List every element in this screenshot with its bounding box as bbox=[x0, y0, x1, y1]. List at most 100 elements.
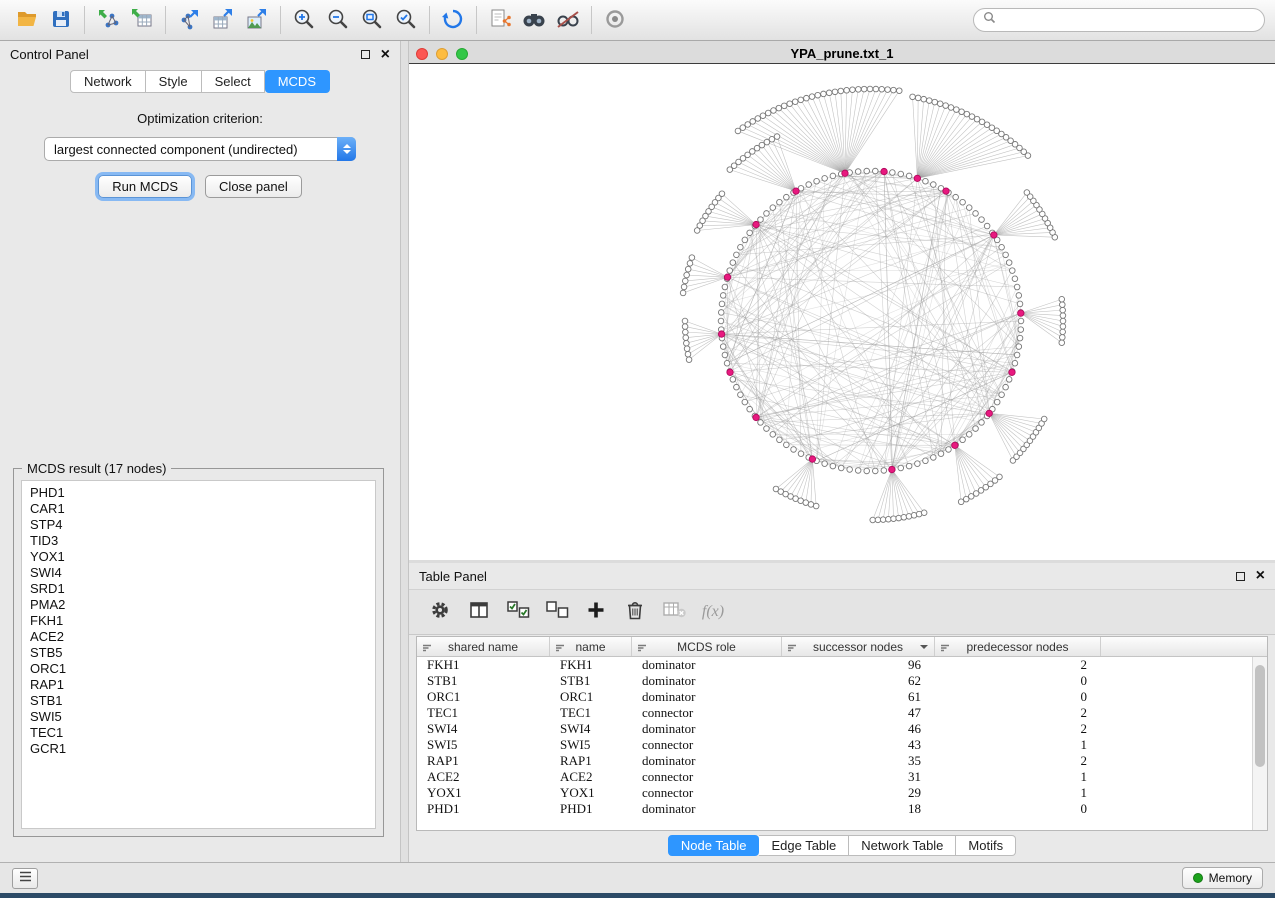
function-builder-button[interactable]: f(x) bbox=[700, 597, 726, 627]
close-window-icon[interactable] bbox=[416, 48, 428, 60]
graph-node[interactable] bbox=[813, 503, 819, 509]
graph-node[interactable] bbox=[758, 420, 764, 426]
graph-node[interactable] bbox=[910, 94, 916, 100]
graph-node[interactable] bbox=[864, 168, 870, 174]
graph-node[interactable] bbox=[906, 173, 912, 179]
result-node-item[interactable]: PHD1 bbox=[30, 485, 375, 501]
tab-style[interactable]: Style bbox=[146, 70, 202, 93]
graph-node[interactable] bbox=[886, 516, 892, 522]
graph-edge[interactable] bbox=[989, 413, 1016, 456]
graph-edge[interactable] bbox=[755, 416, 955, 445]
graph-node[interactable] bbox=[997, 474, 1003, 480]
graph-node[interactable] bbox=[1016, 344, 1022, 350]
result-node-item[interactable]: YOX1 bbox=[30, 549, 375, 565]
close-table-panel-icon[interactable]: × bbox=[1256, 568, 1265, 584]
network-window-titlebar[interactable]: YPA_prune.txt_1 bbox=[409, 44, 1275, 63]
graph-node[interactable] bbox=[943, 103, 949, 109]
graph-node[interactable] bbox=[727, 167, 733, 173]
minimize-window-icon[interactable] bbox=[436, 48, 448, 60]
graph-node[interactable] bbox=[718, 318, 724, 324]
graph-node[interactable] bbox=[686, 357, 692, 363]
export-table-button[interactable] bbox=[206, 4, 240, 36]
result-node-item[interactable]: RAP1 bbox=[30, 677, 375, 693]
graph-node[interactable] bbox=[724, 360, 730, 366]
graph-node[interactable] bbox=[879, 86, 885, 92]
result-node-item[interactable]: STB1 bbox=[30, 693, 375, 709]
result-node-item[interactable]: GCR1 bbox=[30, 741, 375, 757]
column-header-successor-nodes[interactable]: successor nodes bbox=[782, 637, 935, 656]
graph-node[interactable] bbox=[999, 244, 1005, 250]
graph-edge[interactable] bbox=[786, 197, 909, 466]
graph-node[interactable] bbox=[809, 94, 815, 100]
zoom-fit-button[interactable] bbox=[355, 4, 389, 36]
graph-node-dominator[interactable] bbox=[943, 188, 949, 194]
float-table-panel-icon[interactable] bbox=[1236, 572, 1245, 581]
graph-node[interactable] bbox=[784, 442, 790, 448]
graph-node[interactable] bbox=[1014, 284, 1020, 290]
graph-edge[interactable] bbox=[721, 312, 1012, 372]
result-node-item[interactable]: TID3 bbox=[30, 533, 375, 549]
graph-node[interactable] bbox=[689, 255, 695, 261]
maximize-window-icon[interactable] bbox=[456, 48, 468, 60]
graph-node[interactable] bbox=[747, 230, 753, 236]
graph-node[interactable] bbox=[742, 237, 748, 243]
graph-node[interactable] bbox=[758, 217, 764, 223]
graph-edge[interactable] bbox=[718, 198, 756, 225]
refresh-button[interactable] bbox=[436, 4, 470, 36]
graph-edge[interactable] bbox=[768, 113, 845, 173]
graph-node[interactable] bbox=[872, 468, 878, 474]
graph-node[interactable] bbox=[838, 88, 844, 94]
hide-graphics-details-button[interactable] bbox=[551, 4, 585, 36]
graph-edge[interactable] bbox=[817, 372, 1012, 460]
result-node-item[interactable]: SRD1 bbox=[30, 581, 375, 597]
graph-node[interactable] bbox=[844, 87, 850, 93]
table-settings-button[interactable] bbox=[427, 597, 453, 627]
graph-node[interactable] bbox=[720, 293, 726, 299]
result-node-item[interactable]: CAR1 bbox=[30, 501, 375, 517]
panel-splitter[interactable] bbox=[400, 41, 409, 862]
tab-network-table[interactable]: Network Table bbox=[849, 835, 956, 856]
graph-node[interactable] bbox=[921, 96, 927, 102]
graph-node[interactable] bbox=[1060, 324, 1066, 330]
graph-node[interactable] bbox=[861, 86, 867, 92]
graph-node[interactable] bbox=[826, 90, 832, 96]
graph-node[interactable] bbox=[964, 111, 970, 117]
graph-edge[interactable] bbox=[801, 188, 909, 466]
graph-node[interactable] bbox=[880, 517, 886, 523]
graph-edge[interactable] bbox=[845, 91, 899, 174]
graph-edge[interactable] bbox=[690, 263, 728, 277]
graph-node[interactable] bbox=[906, 463, 912, 469]
graph-node-dominator[interactable] bbox=[881, 168, 887, 174]
graph-node[interactable] bbox=[681, 284, 687, 290]
graph-node[interactable] bbox=[1012, 276, 1018, 282]
graph-node[interactable] bbox=[960, 199, 966, 205]
save-button[interactable] bbox=[44, 4, 78, 36]
graph-node[interactable] bbox=[683, 329, 689, 335]
graph-node[interactable] bbox=[923, 458, 929, 464]
graph-node[interactable] bbox=[1024, 190, 1030, 196]
graph-edge[interactable] bbox=[796, 459, 813, 499]
column-header-name[interactable]: name bbox=[550, 637, 632, 656]
graph-node[interactable] bbox=[901, 514, 907, 520]
graph-node[interactable] bbox=[1003, 384, 1009, 390]
graph-node[interactable] bbox=[1017, 335, 1023, 341]
close-mcds-panel-button[interactable]: Close panel bbox=[205, 175, 302, 198]
graph-node[interactable] bbox=[1012, 360, 1018, 366]
graph-node[interactable] bbox=[953, 194, 959, 200]
graph-node[interactable] bbox=[680, 290, 686, 296]
status-menu-button[interactable] bbox=[12, 868, 38, 889]
graph-edge[interactable] bbox=[994, 235, 1055, 237]
column-header-shared-name[interactable]: shared name bbox=[417, 637, 550, 656]
graph-node[interactable] bbox=[791, 447, 797, 453]
graph-node[interactable] bbox=[881, 468, 887, 474]
graph-node[interactable] bbox=[855, 169, 861, 175]
graph-node[interactable] bbox=[875, 517, 881, 523]
graph-edge[interactable] bbox=[748, 155, 796, 191]
graph-node-dominator[interactable] bbox=[952, 442, 958, 448]
graph-node-dominator[interactable] bbox=[753, 221, 759, 227]
graph-node[interactable] bbox=[798, 451, 804, 457]
graph-edge[interactable] bbox=[955, 363, 1015, 445]
zoom-out-button[interactable] bbox=[321, 4, 355, 36]
graph-node[interactable] bbox=[735, 128, 741, 134]
graph-edge[interactable] bbox=[736, 387, 824, 463]
